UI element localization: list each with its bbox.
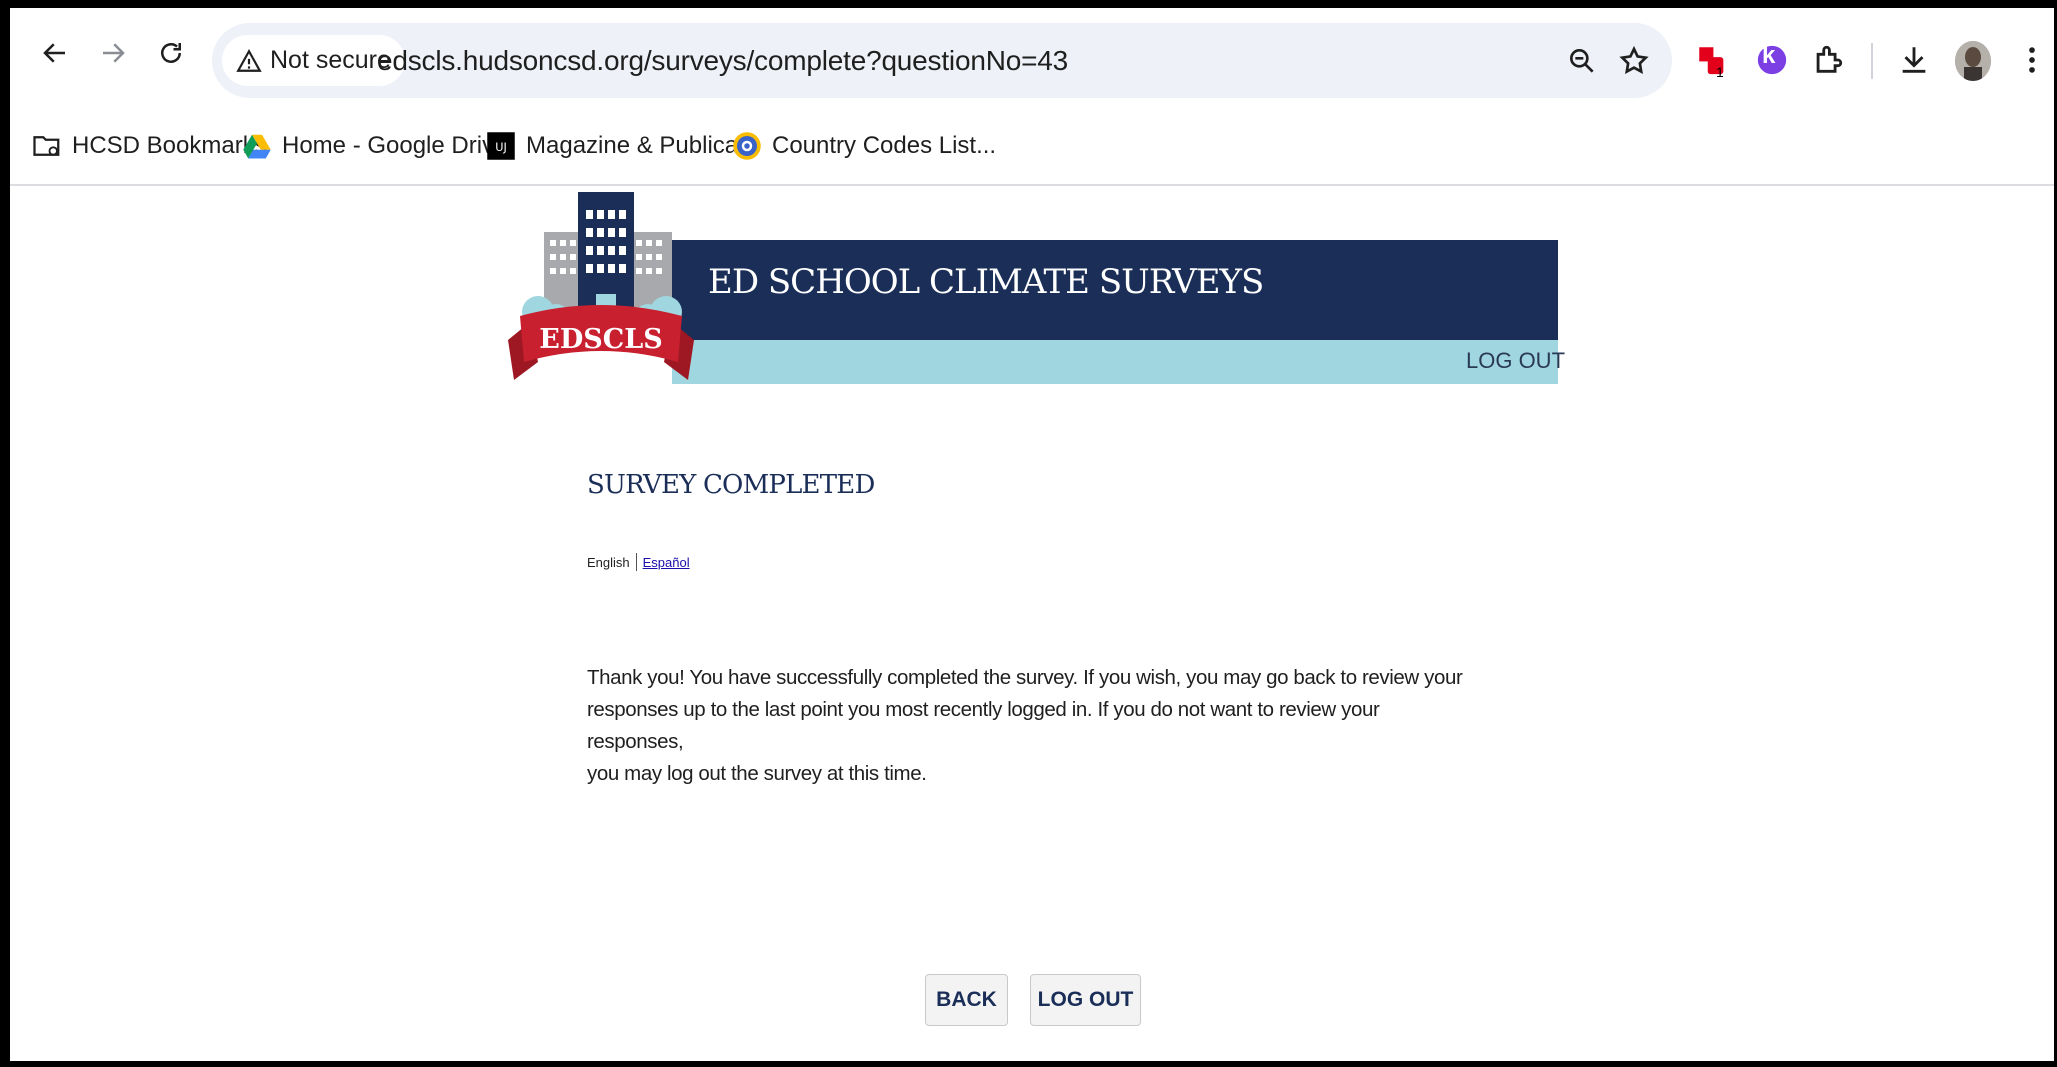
site-subbanner (672, 340, 1558, 384)
download-icon[interactable] (1892, 38, 1936, 82)
completion-message: Thank you! You have successfully complet… (587, 662, 1467, 790)
browser-toolbar: Not secure edscls.hudsoncsd.org/surveys/… (10, 8, 2054, 184)
toolbar-divider (10, 184, 2054, 186)
warning-icon (236, 48, 262, 72)
address-bar[interactable]: Not secure edscls.hudsoncsd.org/surveys/… (212, 23, 1672, 98)
message-line: responses up to the last point you most … (587, 698, 1380, 753)
google-drive-icon (243, 134, 271, 159)
logout-button[interactable]: LOG OUT (1030, 974, 1141, 1026)
lang-divider (635, 553, 637, 571)
back-arrow-icon[interactable] (32, 30, 78, 76)
message-line: you may log out the survey at this time. (587, 762, 927, 785)
bookmark-label: Home - Google Drive (282, 132, 508, 159)
reload-icon[interactable] (148, 30, 194, 76)
forward-arrow-icon[interactable] (90, 30, 136, 76)
bookmark-label: HCSD Bookmarks (72, 132, 267, 159)
window-frame-bottom (0, 1061, 2057, 1067)
security-label: Not secure (270, 46, 391, 74)
zoom-icon[interactable] (1562, 41, 1602, 81)
extension-icon[interactable] (1690, 38, 1734, 82)
bookmark-magazine[interactable]: UJ Magazine & Publica... (486, 126, 758, 166)
page-title: SURVEY COMPLETED (587, 470, 875, 500)
bookmark-label: Country Codes List... (772, 132, 997, 159)
bookmark-google-drive[interactable]: Home - Google Drive (242, 126, 507, 166)
puzzle-icon[interactable] (1806, 38, 1850, 82)
folder-icon (33, 136, 60, 156)
lang-espanol-link[interactable]: Español (643, 555, 690, 570)
avatar[interactable] (1955, 41, 1991, 81)
edscls-logo: EDSCLS (508, 192, 694, 380)
site-title: ED SCHOOL CLIMATE SURVEYS (708, 262, 1264, 302)
extension-badge: 1 (1716, 64, 1724, 80)
bookmark-country-codes[interactable]: Country Codes List... (732, 126, 996, 166)
bookmark-label: Magazine & Publica... (526, 132, 759, 159)
lang-english: English (587, 554, 630, 570)
message-line: Thank you! You have successfully complet… (587, 666, 1463, 689)
back-button[interactable]: BACK (925, 974, 1008, 1026)
at-icon (733, 132, 761, 160)
url-text[interactable]: edscls.hudsoncsd.org/surveys/complete?qu… (377, 23, 1068, 98)
star-icon[interactable] (1614, 41, 1654, 81)
bookmark-hcsd[interactable]: HCSD Bookmarks (32, 126, 267, 166)
header-logout-link[interactable]: LOG OUT (1466, 348, 1565, 374)
toolbar-separator (1871, 43, 1873, 79)
more-vert-icon[interactable] (2010, 38, 2054, 82)
svg-text:UJ: UJ (495, 141, 507, 154)
language-switcher: English Español (587, 553, 690, 571)
logo-text: EDSCLS (539, 324, 662, 355)
k-extension-letter: k (1762, 42, 1776, 69)
issuu-icon: UJ (487, 132, 515, 160)
